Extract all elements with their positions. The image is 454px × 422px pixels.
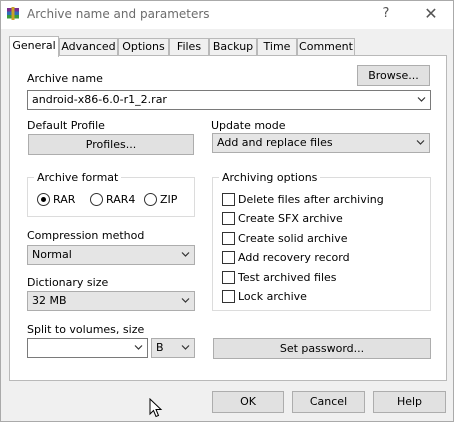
tab-backup[interactable]: Backup xyxy=(209,38,257,56)
delete-files-label: Delete files after archiving xyxy=(238,193,384,206)
archive-name-value: android-x86-6.0-r1_2.rar xyxy=(32,93,167,106)
chevron-down-icon xyxy=(181,252,190,257)
compression-method-value: Normal xyxy=(32,248,72,261)
browse-button[interactable]: Browse... xyxy=(357,65,430,86)
create-sfx-label: Create SFX archive xyxy=(238,212,343,225)
radio-zip[interactable] xyxy=(144,193,157,206)
create-solid-checkbox[interactable] xyxy=(222,232,235,245)
lock-archive-label: Lock archive xyxy=(238,290,307,303)
radio-zip-label: ZIP xyxy=(160,193,178,206)
recovery-record-checkbox[interactable] xyxy=(222,251,235,264)
delete-files-checkbox[interactable] xyxy=(222,193,235,206)
archiving-options-group: Archiving options Delete files after arc… xyxy=(212,171,431,311)
dictionary-size-combo[interactable]: 32 MB xyxy=(27,291,195,311)
general-panel: Archive name Browse... android-x86-6.0-r… xyxy=(9,55,447,381)
compression-method-combo[interactable]: Normal xyxy=(27,245,195,265)
chevron-down-icon xyxy=(134,345,143,350)
radio-rar-label: RAR xyxy=(53,193,76,206)
dialog-window: Archive name and parameters ? ✕ General … xyxy=(0,0,454,422)
help-title-button[interactable]: ? xyxy=(371,3,401,25)
profiles-button[interactable]: Profiles... xyxy=(28,134,194,155)
default-profile-label: Default Profile xyxy=(27,119,105,132)
test-archived-label: Test archived files xyxy=(238,271,337,284)
create-sfx-checkbox[interactable] xyxy=(222,212,235,225)
ok-button[interactable]: OK xyxy=(212,391,284,413)
tab-advanced[interactable]: Advanced xyxy=(59,38,118,56)
radio-rar[interactable] xyxy=(37,193,50,206)
cancel-button[interactable]: Cancel xyxy=(292,391,365,413)
compression-method-label: Compression method xyxy=(27,229,145,242)
archive-format-title: Archive format xyxy=(34,171,122,184)
title-bar: Archive name and parameters ? ✕ xyxy=(1,1,453,29)
dictionary-size-value: 32 MB xyxy=(32,294,67,307)
tab-options[interactable]: Options xyxy=(118,38,169,56)
window-title: Archive name and parameters xyxy=(27,7,210,21)
chevron-down-icon xyxy=(181,298,190,303)
archive-name-combo[interactable]: android-x86-6.0-r1_2.rar xyxy=(27,90,431,110)
tab-strip: General Advanced Options Files Backup Ti… xyxy=(9,36,449,57)
chevron-down-icon xyxy=(417,97,426,102)
radio-rar4-label: RAR4 xyxy=(106,193,136,206)
create-solid-label: Create solid archive xyxy=(238,232,348,245)
test-archived-checkbox[interactable] xyxy=(222,271,235,284)
dictionary-size-label: Dictionary size xyxy=(27,276,109,289)
tab-time[interactable]: Time xyxy=(257,38,297,56)
archiving-options-title: Archiving options xyxy=(219,171,321,184)
update-mode-value: Add and replace files xyxy=(217,136,333,149)
mouse-pointer-icon xyxy=(149,398,163,418)
archive-name-label: Archive name xyxy=(27,72,103,85)
chevron-down-icon xyxy=(416,140,425,145)
tab-files[interactable]: Files xyxy=(169,38,209,56)
recovery-record-label: Add recovery record xyxy=(238,251,350,264)
split-volumes-label: Split to volumes, size xyxy=(27,323,145,336)
winrar-icon xyxy=(7,7,19,20)
update-mode-combo[interactable]: Add and replace files xyxy=(212,133,430,153)
help-button[interactable]: Help xyxy=(373,391,446,413)
archive-format-group: Archive format RAR RAR4 ZIP xyxy=(27,171,195,217)
split-unit-combo[interactable]: B xyxy=(151,338,195,358)
lock-archive-checkbox[interactable] xyxy=(222,290,235,303)
tab-general[interactable]: General xyxy=(9,36,59,57)
close-button[interactable]: ✕ xyxy=(416,3,446,25)
split-unit-value: B xyxy=(156,341,164,354)
chevron-down-icon xyxy=(181,345,190,350)
update-mode-label: Update mode xyxy=(211,119,286,132)
radio-rar4[interactable] xyxy=(90,193,103,206)
tab-comment[interactable]: Comment xyxy=(297,38,355,56)
split-volumes-combo[interactable] xyxy=(27,338,148,358)
set-password-button[interactable]: Set password... xyxy=(213,338,431,359)
